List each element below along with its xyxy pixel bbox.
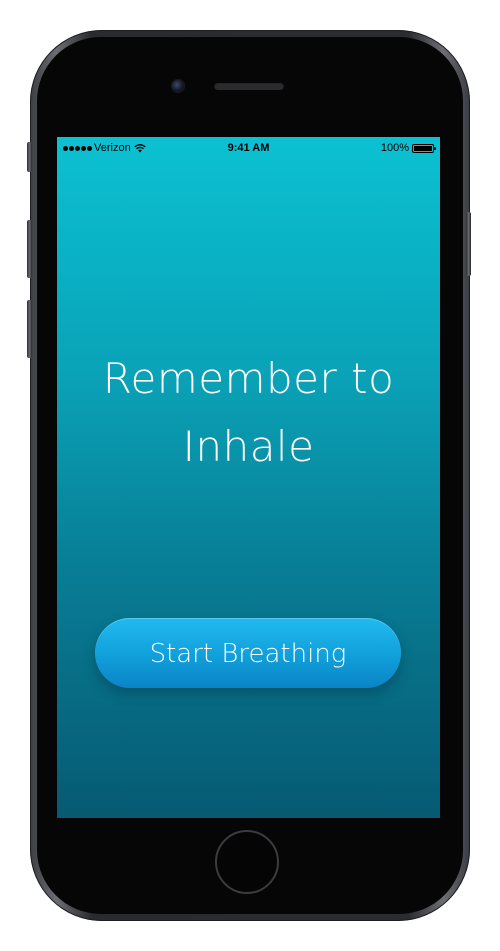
volume-down-button [27,300,32,358]
home-button[interactable] [215,830,279,894]
headline-line-2: Inhale [182,422,315,471]
earpiece-speaker [214,82,284,90]
front-camera-icon [172,80,184,92]
mute-switch [27,142,32,172]
headline-line-1: Remember to [102,354,395,403]
start-breathing-button[interactable]: Start Breathing [95,618,401,688]
battery-percent: 100% [380,142,409,154]
battery-icon [412,143,436,153]
power-button [466,212,471,276]
status-bar: Verizon 9:41 AM 100% [57,137,440,159]
headline: Remember to Inhale [57,345,440,481]
volume-up-button [27,220,32,278]
status-right: 100% [380,142,436,154]
app-screen: Verizon 9:41 AM 100% Remember to Inhale … [57,137,440,818]
